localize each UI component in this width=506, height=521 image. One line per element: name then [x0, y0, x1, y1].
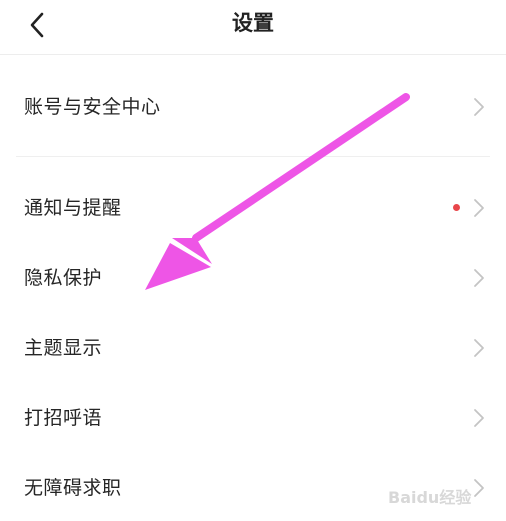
settings-item-label: 打招呼语 [24, 407, 103, 429]
chevron-right-icon [474, 269, 484, 287]
settings-item-notifications[interactable]: 通知与提醒 [0, 175, 506, 241]
settings-item-label: 无障碍求职 [24, 477, 122, 499]
page-title: 设置 [232, 11, 274, 35]
settings-item-label: 账号与安全中心 [24, 96, 161, 118]
settings-item-label: 隐私保护 [24, 267, 103, 289]
settings-item-account-security[interactable]: 账号与安全中心 [0, 74, 506, 140]
chevron-right-icon [474, 339, 484, 357]
settings-item-theme[interactable]: 主题显示 [0, 315, 506, 381]
header-divider [0, 54, 506, 55]
settings-item-accessibility[interactable]: 无障碍求职 [0, 455, 506, 521]
section-divider [16, 156, 490, 157]
settings-item-greeting[interactable]: 打招呼语 [0, 385, 506, 451]
chevron-right-icon [474, 479, 484, 497]
settings-item-label: 主题显示 [24, 337, 103, 359]
chevron-right-icon [474, 98, 484, 116]
nav-header: 设置 [0, 0, 506, 48]
chevron-right-icon [474, 409, 484, 427]
settings-item-privacy[interactable]: 隐私保护 [0, 245, 506, 311]
settings-item-label: 通知与提醒 [24, 197, 122, 219]
chevron-right-icon [474, 199, 484, 217]
unread-dot-badge [453, 204, 460, 211]
